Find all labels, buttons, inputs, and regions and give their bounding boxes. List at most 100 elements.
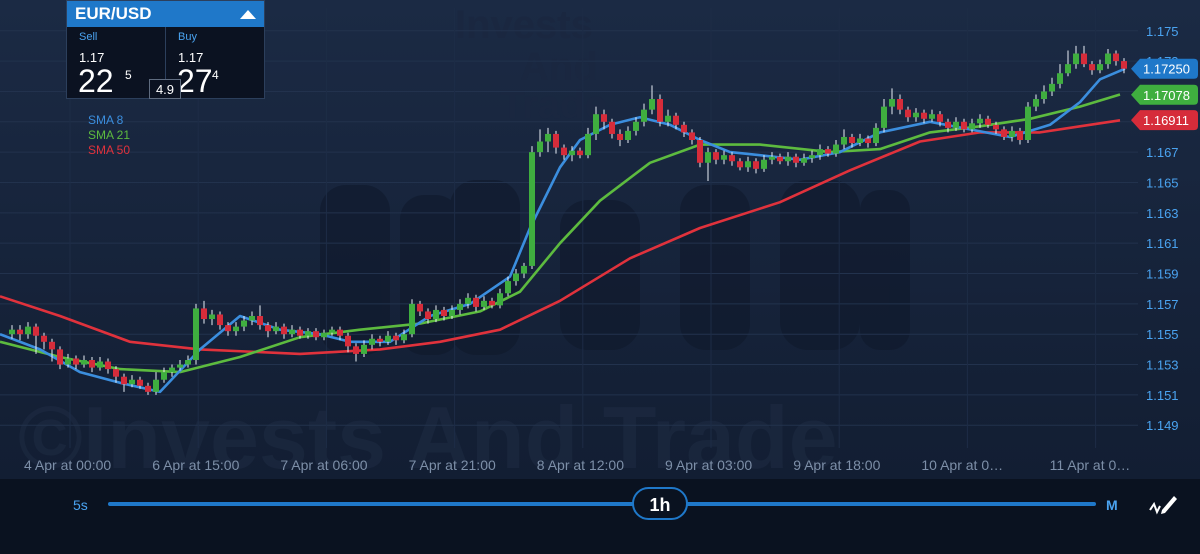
candle-body [401, 334, 407, 341]
candle-body [369, 338, 375, 345]
candle-body [1089, 64, 1095, 71]
candle-body [145, 385, 151, 392]
candle-body [857, 138, 863, 144]
instrument-header[interactable]: EUR/USD [67, 1, 264, 27]
candle-body [713, 152, 719, 160]
candle-body [81, 360, 87, 365]
collapse-caret-icon[interactable] [240, 9, 256, 19]
candle-body [1073, 53, 1079, 65]
price-badge: 1.16911 [1131, 110, 1198, 131]
candle-body [585, 133, 591, 156]
candle [529, 146, 535, 269]
candle-body [465, 297, 471, 304]
candle-body [1121, 61, 1127, 69]
candle-body [457, 303, 463, 310]
candle-body [97, 361, 103, 368]
candle-body [265, 325, 271, 332]
candle-body [897, 99, 903, 110]
candle-body [273, 326, 279, 332]
candle-body [737, 161, 743, 168]
candle-body [393, 335, 399, 341]
price-badge-label: 1.16911 [1143, 113, 1189, 128]
candle-body [945, 121, 951, 128]
candle-body [1105, 53, 1111, 65]
candle-body [513, 273, 519, 282]
candle-body [593, 114, 599, 134]
candle-body [809, 155, 815, 159]
price-tick-label: 1.159 [1146, 267, 1179, 282]
candle-body [1057, 73, 1063, 84]
time-tick-label: 9 Apr at 18:00 [793, 457, 880, 473]
buy-label: Buy [178, 31, 197, 43]
candle-body [57, 349, 63, 365]
timeframe-min-label[interactable]: 5s [73, 497, 88, 513]
time-tick-label: 7 Apr at 21:00 [409, 457, 496, 473]
timeframe-max-label[interactable]: M [1106, 497, 1118, 513]
price-badge-label: 1.17250 [1143, 62, 1190, 77]
candle-body [225, 325, 231, 332]
price-tick-label: 1.149 [1146, 418, 1179, 433]
candle-body [89, 360, 95, 368]
drawing-tools-icon[interactable] [1148, 490, 1180, 518]
candle-body [1025, 106, 1031, 140]
candle-body [1113, 53, 1119, 62]
candle-body [601, 114, 607, 122]
sell-price-pip: 5 [125, 68, 132, 82]
timeframe-bar [0, 479, 1200, 554]
sell-label: Sell [79, 31, 98, 43]
legend-sma-8[interactable]: SMA 8 [88, 113, 130, 128]
candle-body [281, 326, 287, 335]
candle-body [721, 155, 727, 160]
candle-body [833, 144, 839, 154]
candle-body [105, 361, 111, 370]
candle-body [449, 309, 455, 316]
candle-body [9, 329, 15, 335]
price-tick-label: 1.167 [1146, 145, 1179, 160]
candle-body [209, 314, 215, 320]
price-tick-label: 1.161 [1146, 236, 1179, 251]
candle-body [705, 152, 711, 163]
candle-body [33, 326, 39, 336]
candle-body [1033, 99, 1039, 107]
timeframe-slider-knob[interactable]: 1h [632, 487, 688, 520]
legend-sma-50[interactable]: SMA 50 [88, 143, 130, 158]
price-tick-label: 1.151 [1146, 388, 1179, 403]
legend-sma-21[interactable]: SMA 21 [88, 128, 130, 143]
candle-body [73, 358, 79, 365]
candle-body [49, 341, 55, 350]
candle-body [545, 133, 551, 142]
candle-body [801, 158, 807, 163]
candle-body [929, 114, 935, 119]
candle-body [913, 112, 919, 118]
candle-body [425, 311, 431, 320]
candle-body [985, 118, 991, 125]
watermark-top-line: Invests [455, 3, 593, 47]
candle-body [113, 369, 119, 377]
price-badge: 1.17078 [1131, 84, 1198, 105]
candle-body [289, 329, 295, 335]
candle-body [777, 156, 783, 162]
candle-body [185, 360, 191, 365]
candle-body [553, 133, 559, 148]
time-tick-label: 9 Apr at 03:00 [665, 457, 752, 473]
candle-body [561, 147, 567, 156]
candle-body [689, 132, 695, 140]
candle-body [849, 136, 855, 144]
watermark-top-line: Trade [500, 83, 607, 127]
price-tick-label: 1.163 [1146, 206, 1179, 221]
candle-body [1049, 83, 1055, 92]
candle-body [137, 379, 143, 386]
candle-body [881, 106, 887, 128]
candle-body [1001, 129, 1007, 137]
candle-body [889, 99, 895, 107]
time-tick-label: 11 Apr at 0… [1050, 457, 1131, 473]
candle-body [193, 308, 199, 360]
price-badge-label: 1.17078 [1143, 88, 1190, 103]
candle [193, 303, 199, 365]
candle-body [993, 124, 999, 130]
indicator-legend: SMA 8 SMA 21 SMA 50 [88, 113, 130, 158]
timeframe-slider-track[interactable] [108, 502, 1096, 506]
candle-body [625, 130, 631, 140]
candle-body [65, 358, 71, 365]
candle-body [377, 338, 383, 342]
